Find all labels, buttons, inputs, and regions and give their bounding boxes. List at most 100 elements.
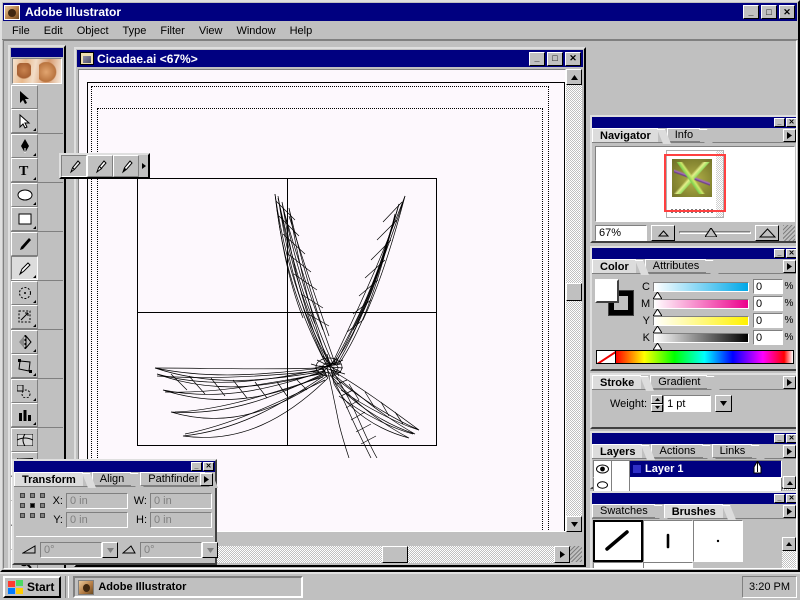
channel-thumb-m[interactable]: [653, 309, 661, 315]
navigator-zoom-input[interactable]: 67%: [595, 225, 647, 241]
menu-item-file[interactable]: File: [5, 23, 37, 39]
document-maximize-button[interactable]: □: [547, 52, 563, 66]
list-item[interactable]: [593, 520, 643, 562]
tab-attributes[interactable]: Attributes: [645, 259, 706, 273]
transform-shear-dropdown[interactable]: [202, 542, 218, 558]
app-maximize-button[interactable]: □: [761, 5, 777, 19]
layers-scrollbar[interactable]: [783, 476, 796, 490]
tab-info[interactable]: Info: [667, 128, 700, 142]
navigator-slider-thumb[interactable]: [705, 228, 717, 237]
transform-rotate-control[interactable]: 0°: [40, 542, 118, 558]
vscroll-down-button[interactable]: [566, 516, 582, 532]
selection-tool[interactable]: [11, 85, 38, 109]
pencil-tool-flyout[interactable]: [59, 153, 150, 179]
list-item[interactable]: [643, 520, 693, 562]
transform-close-button[interactable]: ✕: [203, 462, 214, 471]
navigator-close-button[interactable]: ✕: [786, 118, 797, 127]
reference-point-selector[interactable]: [20, 493, 46, 519]
stroke-weight-dropdown[interactable]: [715, 395, 732, 412]
document-minimize-button[interactable]: _: [529, 52, 545, 66]
color-spectrum-bar[interactable]: [596, 350, 794, 364]
brushes-scrollbar[interactable]: [782, 537, 796, 569]
layer-visibility-toggle[interactable]: [594, 461, 612, 477]
transform-y-input[interactable]: 0 in: [66, 512, 128, 528]
channel-thumb-c[interactable]: [653, 292, 661, 298]
tab-stroke[interactable]: Stroke: [592, 375, 641, 389]
tab-transform[interactable]: Transform: [14, 472, 83, 486]
menu-item-window[interactable]: Window: [229, 23, 282, 39]
tab-gradient[interactable]: Gradient: [650, 375, 707, 389]
transform-shear-input[interactable]: 0°: [140, 542, 202, 558]
channel-value-k[interactable]: 0: [753, 330, 783, 345]
layers-title-bar[interactable]: _ ✕: [592, 433, 797, 444]
navigator-menu-button[interactable]: [783, 129, 796, 142]
channel-thumb-k[interactable]: [653, 343, 661, 349]
document-resize-grip[interactable]: [570, 546, 582, 562]
navigator-title-bar[interactable]: _ ✕: [592, 117, 797, 128]
stroke-menu-button[interactable]: [783, 376, 796, 389]
direct-selection-tool[interactable]: [11, 109, 38, 133]
channel-value-y[interactable]: 0: [753, 313, 783, 328]
list-item[interactable]: [593, 562, 643, 569]
brushes-title-bar[interactable]: _ ✕: [592, 493, 797, 504]
brushes-close-button[interactable]: ✕: [786, 494, 797, 503]
toolbox-title-bar[interactable]: [11, 48, 63, 57]
layers-scroll-up[interactable]: [783, 476, 796, 489]
brushes-scroll-track[interactable]: [782, 551, 796, 569]
tab-pathfinder[interactable]: Pathfinder: [140, 472, 205, 486]
free-transform-tool[interactable]: [11, 354, 38, 378]
channel-slider-k[interactable]: [653, 333, 749, 343]
rotate-tool[interactable]: [11, 281, 38, 305]
list-item[interactable]: [693, 520, 743, 562]
type-tool[interactable]: T: [11, 158, 38, 182]
flyout-pencil-tool[interactable]: [61, 155, 87, 177]
layers-scroll-track[interactable]: [783, 489, 796, 490]
transform-rotate-input[interactable]: 0°: [40, 542, 102, 558]
channel-slider-c[interactable]: [653, 282, 749, 292]
menu-item-filter[interactable]: Filter: [153, 23, 191, 39]
transform-w-input[interactable]: 0 in: [150, 493, 212, 509]
layers-list-empty-row[interactable]: [593, 478, 782, 492]
flyout-erase-tool[interactable]: [113, 155, 139, 177]
document-horizontal-scrollbar[interactable]: [200, 546, 570, 563]
transform-menu-button[interactable]: [200, 473, 213, 486]
transform-minimize-button[interactable]: _: [191, 462, 202, 471]
tab-brushes[interactable]: Brushes: [664, 504, 723, 518]
stroke-weight-stepper[interactable]: [651, 395, 663, 412]
channel-slider-m[interactable]: [653, 299, 749, 309]
none-swatch-icon[interactable]: [596, 350, 616, 364]
hscroll-right-button[interactable]: [554, 546, 570, 563]
tab-actions[interactable]: Actions: [651, 444, 702, 458]
list-item[interactable]: [643, 562, 693, 569]
graph-tool[interactable]: [11, 403, 38, 427]
reflect-tool[interactable]: [11, 330, 38, 354]
navigator-view-rectangle[interactable]: [664, 154, 726, 212]
navigator-thumbnail-view[interactable]: [595, 146, 795, 222]
document-title-bar[interactable]: Cicadae.ai <67%> _ □ ✕: [77, 50, 583, 67]
channel-value-c[interactable]: 0: [753, 279, 783, 294]
gradient-mesh-tool[interactable]: [11, 428, 38, 452]
transform-h-input[interactable]: 0 in: [150, 512, 212, 528]
taskbar-item-adobe-illustrator[interactable]: Adobe Illustrator: [73, 576, 303, 598]
blend-tool[interactable]: [11, 379, 38, 403]
zoom-out-icon[interactable]: [651, 225, 675, 241]
spectrum-ramp[interactable]: [616, 350, 794, 364]
channel-value-m[interactable]: 0: [753, 296, 783, 311]
cicada-wireframe-artwork[interactable]: [127, 168, 447, 458]
flyout-smooth-tool[interactable]: [87, 155, 113, 177]
color-menu-button[interactable]: [783, 260, 796, 273]
pen-tool[interactable]: [11, 134, 38, 158]
layer-row-label[interactable]: Layer 1: [630, 461, 781, 477]
tab-color[interactable]: Color: [592, 259, 636, 273]
brushes-scroll-up[interactable]: [782, 537, 796, 551]
ellipse-tool[interactable]: [11, 183, 38, 207]
color-fill-swatch[interactable]: [595, 279, 619, 303]
tab-navigator[interactable]: Navigator: [592, 128, 658, 142]
channel-thumb-y[interactable]: [653, 326, 661, 332]
tab-layers[interactable]: Layers: [592, 444, 642, 458]
stroke-weight-increment[interactable]: [651, 395, 663, 404]
app-minimize-button[interactable]: _: [743, 5, 759, 19]
pencil-tool[interactable]: [11, 256, 38, 280]
layer-lock-toggle[interactable]: [612, 461, 630, 477]
scale-tool[interactable]: [11, 305, 38, 329]
